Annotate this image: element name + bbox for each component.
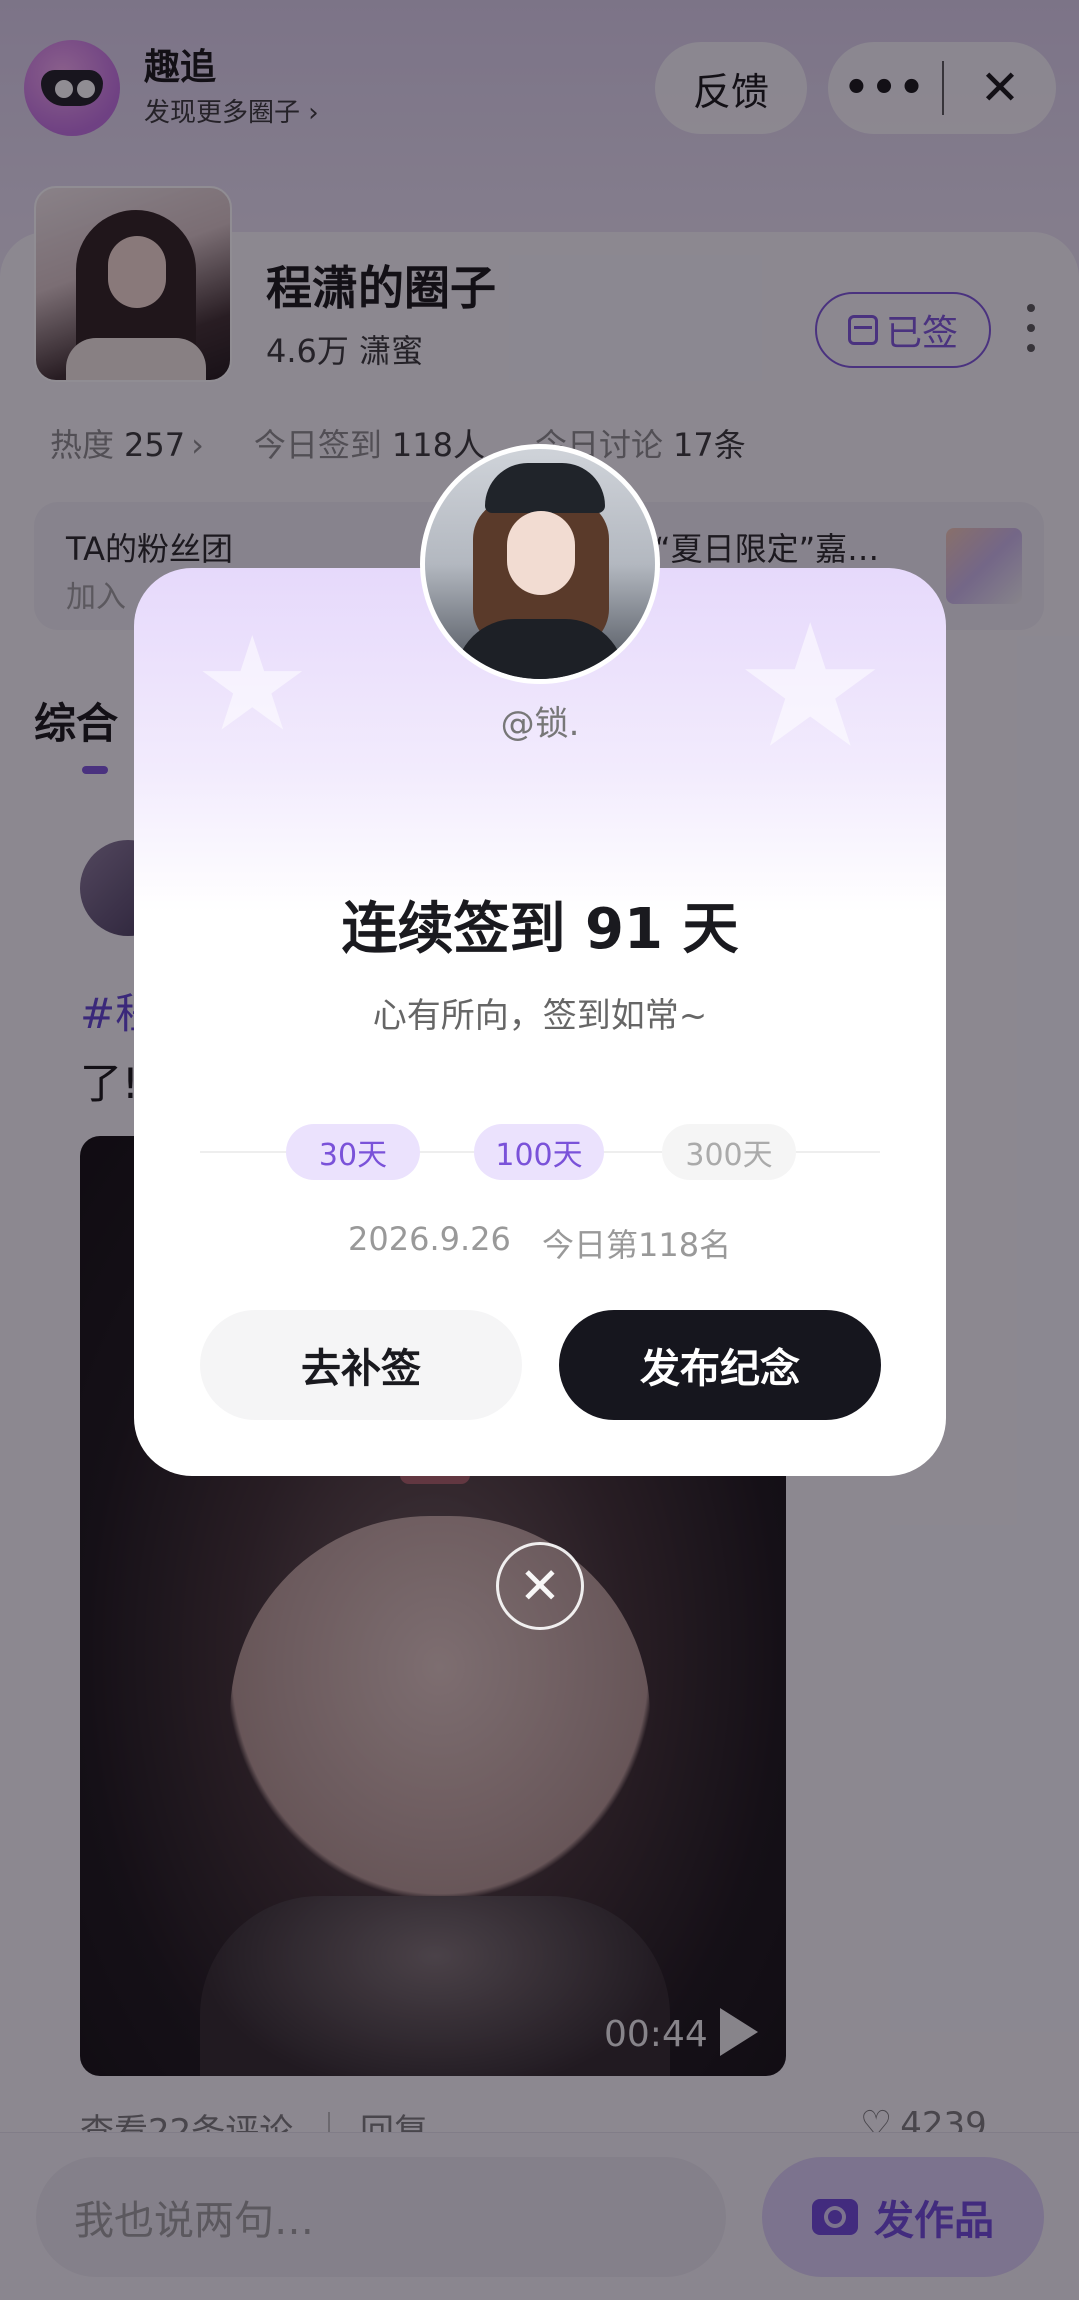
user-handle: @锁.	[500, 704, 580, 744]
close-modal-icon[interactable]: ✕	[496, 1542, 584, 1630]
publish-memorial-button[interactable]: 发布纪念	[559, 1310, 881, 1420]
checkin-rank: 今日第118名	[542, 1226, 732, 1264]
checkin-streak-modal: ★ ★ @锁. 连续签到 91 天 心有所向，签到如常~ 30天 100天 30…	[134, 568, 946, 1476]
milestone-100-days: 100天	[474, 1124, 604, 1180]
milestone-30-days: 30天	[286, 1124, 420, 1180]
milestone-300-days: 300天	[662, 1124, 796, 1180]
user-avatar	[420, 444, 660, 684]
star-decoration-icon: ★	[734, 588, 887, 786]
makeup-checkin-button[interactable]: 去补签	[200, 1310, 522, 1420]
checkin-date: 2026.9.26	[348, 1220, 511, 1258]
streak-subtitle: 心有所向，签到如常~	[372, 996, 708, 1036]
streak-title: 连续签到 91 天	[341, 897, 739, 962]
